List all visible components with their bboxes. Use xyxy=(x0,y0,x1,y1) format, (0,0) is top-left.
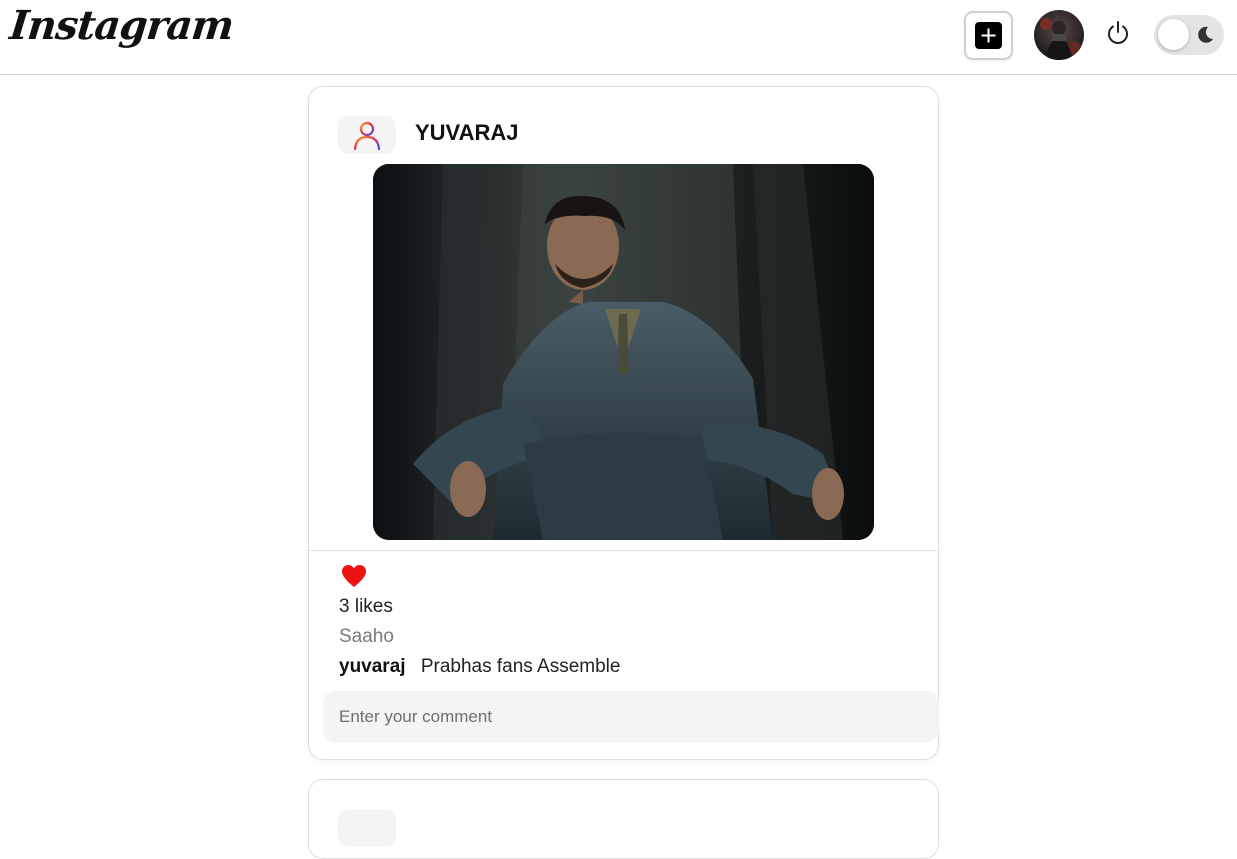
next-post-avatar[interactable] xyxy=(338,810,396,846)
post-card: YUVARAJ 3 likes Saaho yuvaraj Prabhas fa… xyxy=(308,86,939,760)
app-logo[interactable]: Instagram xyxy=(8,2,236,49)
likes-count: 3 likes xyxy=(339,596,393,617)
comment-input[interactable] xyxy=(323,691,939,742)
post-photo[interactable] xyxy=(373,164,874,540)
plus-square-icon xyxy=(975,22,1002,49)
user-gradient-icon[interactable] xyxy=(338,116,396,154)
comment-item: yuvaraj Prabhas fans Assemble xyxy=(339,656,620,678)
power-icon[interactable] xyxy=(1105,20,1131,46)
top-navbar: Instagram xyxy=(0,0,1237,75)
theme-toggle[interactable] xyxy=(1154,15,1224,55)
toggle-knob xyxy=(1158,19,1189,50)
heart-icon[interactable] xyxy=(340,563,368,589)
card-divider xyxy=(309,550,938,551)
comment-text: Prabhas fans Assemble xyxy=(420,656,621,677)
comment-username[interactable]: yuvaraj xyxy=(339,656,406,677)
post-caption: Saaho xyxy=(339,626,394,647)
post-username[interactable]: YUVARAJ xyxy=(415,120,519,146)
moon-icon xyxy=(1195,25,1215,45)
next-post-card xyxy=(308,779,939,859)
profile-avatar[interactable] xyxy=(1034,10,1084,60)
new-post-button[interactable] xyxy=(964,11,1013,60)
